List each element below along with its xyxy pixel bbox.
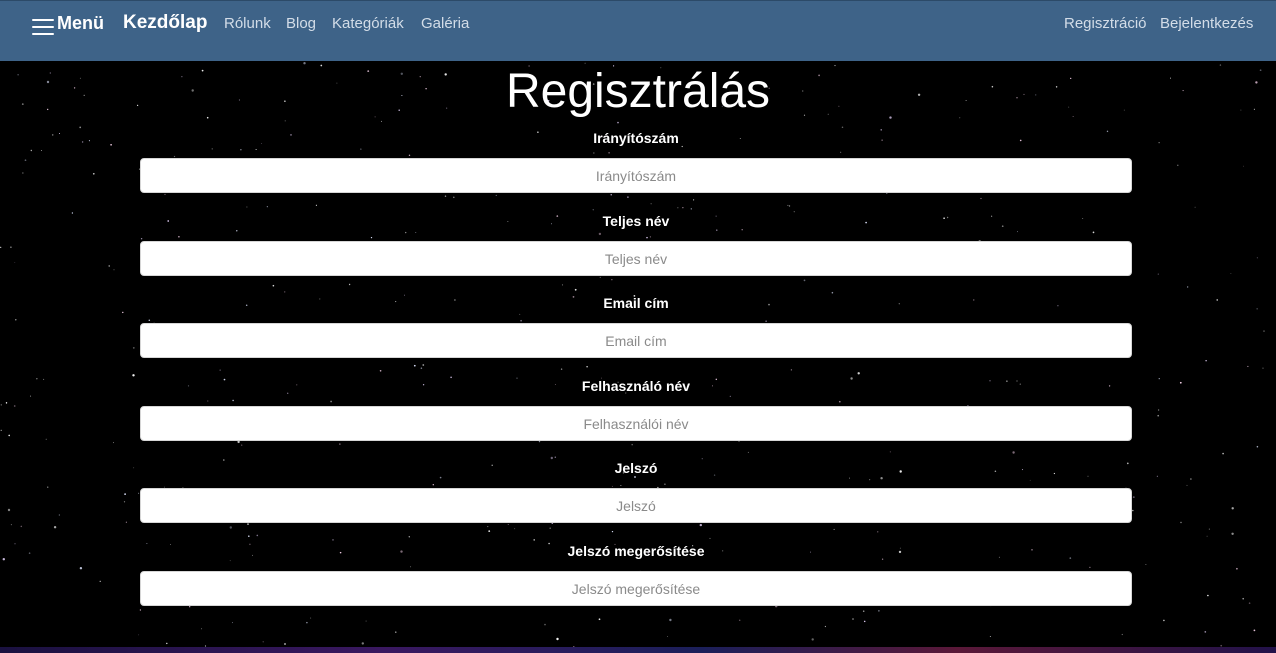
password-input[interactable] <box>140 488 1132 523</box>
password-label: Jelszó <box>614 460 658 476</box>
page: Menü Kezdőlap Rólunk Blog Kategóriák Gal… <box>0 0 1276 653</box>
email-label: Email cím <box>603 295 669 311</box>
menu-label[interactable]: Menü <box>57 13 104 34</box>
top-navbar: Menü Kezdőlap Rólunk Blog Kategóriák Gal… <box>0 0 1276 61</box>
bottom-glow-strip <box>0 647 1276 653</box>
postal-code-input[interactable] <box>140 158 1132 193</box>
username-label: Felhasználó név <box>581 378 691 394</box>
nav-link-categories[interactable]: Kategóriák <box>332 15 404 32</box>
full-name-label: Teljes név <box>602 213 670 229</box>
hamburger-icon[interactable] <box>32 16 54 35</box>
nav-link-gallery[interactable]: Galéria <box>421 15 469 32</box>
full-name-input[interactable] <box>140 241 1132 276</box>
menu-button[interactable]: Menü <box>32 12 104 38</box>
nav-link-register[interactable]: Regisztráció <box>1064 15 1147 32</box>
nav-link-about[interactable]: Rólunk <box>224 15 271 32</box>
page-title: Regisztrálás <box>505 65 771 118</box>
nav-link-login[interactable]: Bejelentkezés <box>1160 15 1253 32</box>
home-link[interactable]: Kezdőlap <box>123 12 207 34</box>
nav-link-blog[interactable]: Blog <box>286 15 316 32</box>
email-input[interactable] <box>140 323 1132 358</box>
postal-code-label: Irányítószám <box>593 130 679 146</box>
password-confirm-label: Jelszó megerősítése <box>567 543 705 559</box>
username-input[interactable] <box>140 406 1132 441</box>
password-confirm-input[interactable] <box>140 571 1132 606</box>
